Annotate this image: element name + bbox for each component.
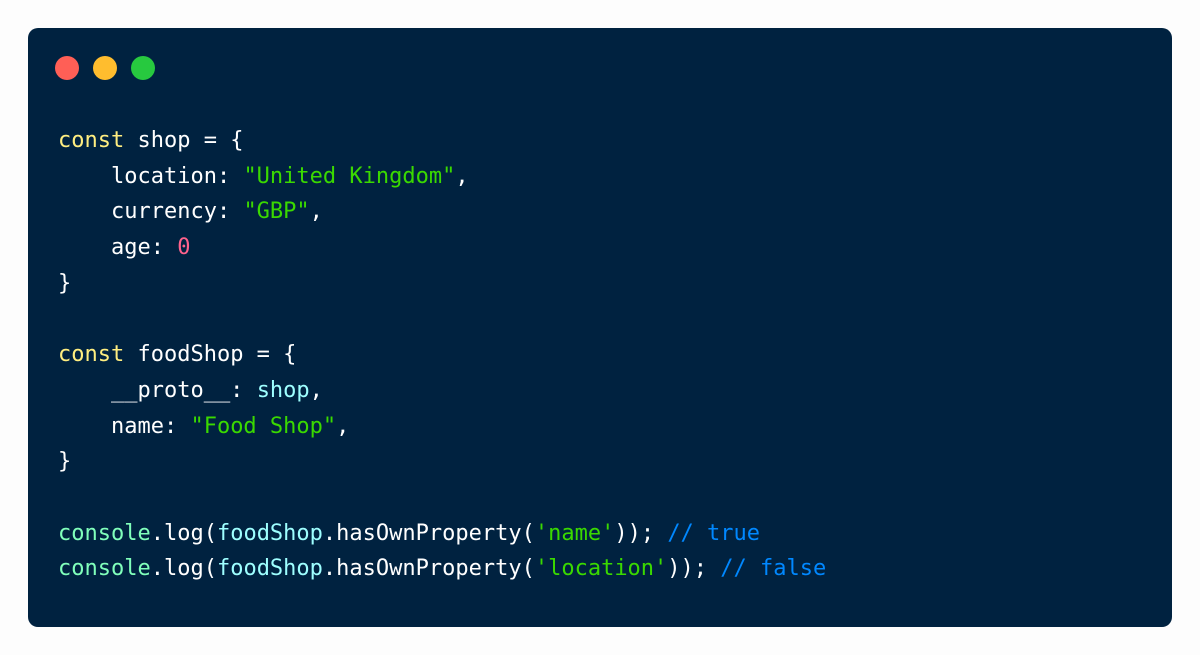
code-token: , bbox=[336, 413, 350, 439]
code-token: shop bbox=[256, 377, 310, 403]
window-controls bbox=[55, 56, 155, 80]
code-token: } bbox=[58, 270, 72, 296]
close-dot-icon[interactable] bbox=[55, 56, 79, 80]
code-token: name: bbox=[58, 413, 191, 439]
code-token: shop = { bbox=[124, 128, 244, 153]
code-window: const shop = { location: "United Kingdom… bbox=[28, 28, 1172, 627]
code-token: } bbox=[58, 449, 72, 475]
code-token: const bbox=[58, 128, 125, 153]
code-line: console.log(foodShop.hasOwnProperty('loc… bbox=[58, 551, 826, 587]
code-token: console bbox=[58, 556, 151, 582]
code-token: // false bbox=[720, 556, 827, 582]
code-token: age: bbox=[58, 235, 178, 261]
code-token: )); bbox=[614, 520, 668, 546]
code-token: .hasOwnProperty( bbox=[322, 520, 535, 546]
code-token: __proto__: bbox=[58, 377, 257, 403]
code-token: , bbox=[309, 377, 323, 403]
code-line: const shop = { bbox=[58, 123, 826, 159]
code-line: } bbox=[58, 266, 826, 302]
minimize-dot-icon[interactable] bbox=[93, 56, 117, 80]
code-token: 0 bbox=[177, 235, 191, 261]
code-line: console.log(foodShop.hasOwnProperty('nam… bbox=[58, 516, 826, 552]
code-token: , bbox=[309, 199, 323, 225]
code-token: 'name' bbox=[534, 520, 615, 546]
code-token: foodShop bbox=[216, 520, 323, 546]
code-token: )); bbox=[667, 556, 721, 582]
code-token: const bbox=[58, 342, 125, 368]
code-token: "Food Shop" bbox=[190, 413, 337, 439]
zoom-dot-icon[interactable] bbox=[131, 56, 155, 80]
code-token: "GBP" bbox=[243, 199, 310, 225]
code-line: __proto__: shop, bbox=[58, 373, 826, 409]
code-line: name: "Food Shop", bbox=[58, 409, 826, 445]
code-line: location: "United Kingdom", bbox=[58, 159, 826, 195]
code-token: 'location' bbox=[534, 556, 668, 582]
code-line: currency: "GBP", bbox=[58, 194, 826, 230]
code-token: , bbox=[455, 163, 469, 189]
code-line: } bbox=[58, 444, 826, 480]
code-token: .hasOwnProperty( bbox=[322, 556, 535, 582]
code-token: .log( bbox=[150, 520, 217, 546]
code-line: const foodShop = { bbox=[58, 337, 826, 373]
code-token: console bbox=[58, 520, 151, 546]
code-token: .log( bbox=[150, 556, 217, 582]
code-line: age: 0 bbox=[58, 230, 826, 266]
code-block: const shop = { location: "United Kingdom… bbox=[58, 123, 826, 587]
code-token: foodShop bbox=[216, 556, 323, 582]
code-token: currency: bbox=[58, 199, 244, 225]
code-token: // true bbox=[667, 520, 761, 546]
code-token: "United Kingdom" bbox=[243, 163, 456, 189]
code-token: location: bbox=[58, 163, 244, 189]
code-token: foodShop = { bbox=[124, 342, 297, 368]
